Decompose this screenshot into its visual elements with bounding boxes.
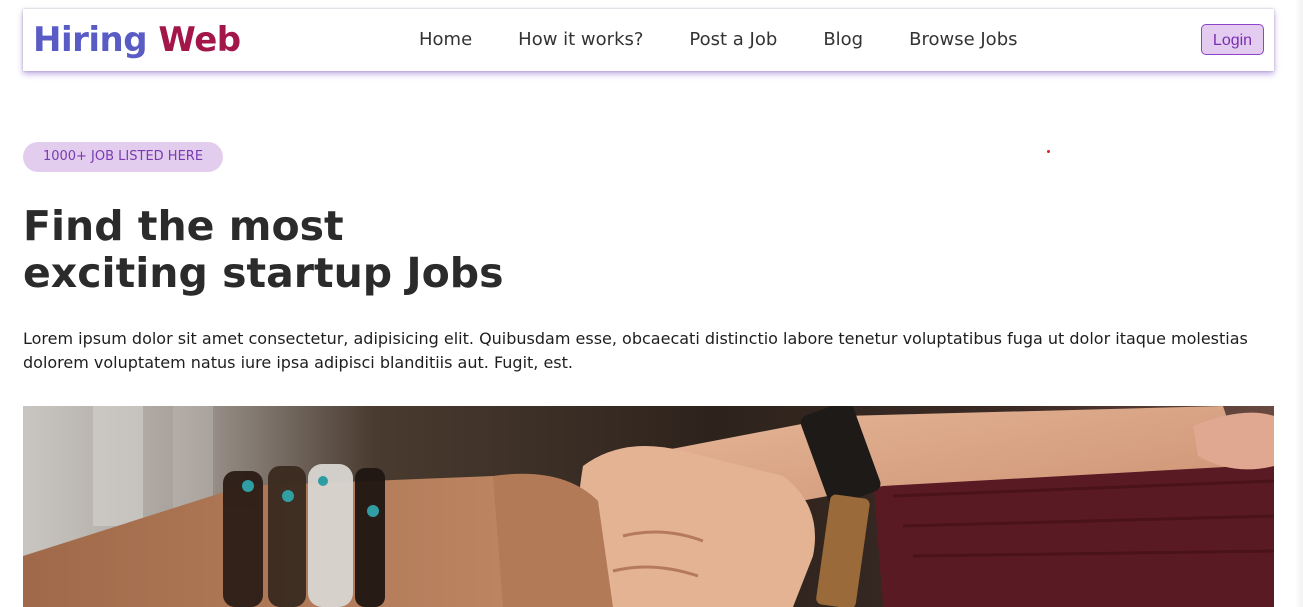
nav-link-blog[interactable]: Blog xyxy=(823,28,863,52)
hero-headline: Find the most exciting startup Jobs xyxy=(23,203,504,297)
nav-link-post-job[interactable]: Post a Job xyxy=(689,28,777,52)
bracelets xyxy=(223,464,385,607)
hero-headline-line1: Find the most xyxy=(23,202,344,250)
nav-links: Home How it works? Post a Job Blog Brows… xyxy=(419,28,1064,52)
jobs-count-badge: 1000+ JOB LISTED HERE xyxy=(23,142,223,172)
nav-link-how-it-works[interactable]: How it works? xyxy=(518,28,643,52)
brand-logo[interactable]: Hiring Web xyxy=(33,18,241,62)
brand-name-part2: Web xyxy=(158,20,241,60)
nav-link-home[interactable]: Home xyxy=(419,28,472,52)
hero-headline-line2: exciting startup Jobs xyxy=(23,249,504,297)
nav-link-browse-jobs[interactable]: Browse Jobs xyxy=(909,28,1017,52)
decorative-dot xyxy=(1047,150,1050,153)
login-button[interactable]: Login xyxy=(1201,24,1264,55)
scrollbar-track xyxy=(1295,0,1303,607)
hero-image-fist-bump xyxy=(23,406,1274,607)
hero-description: Lorem ipsum dolor sit amet consectetur, … xyxy=(23,329,1248,372)
top-navbar: Hiring Web Home How it works? Post a Job… xyxy=(23,9,1274,71)
brand-name-part1: Hiring xyxy=(33,20,148,60)
page: Hiring Web Home How it works? Post a Job… xyxy=(0,0,1303,607)
